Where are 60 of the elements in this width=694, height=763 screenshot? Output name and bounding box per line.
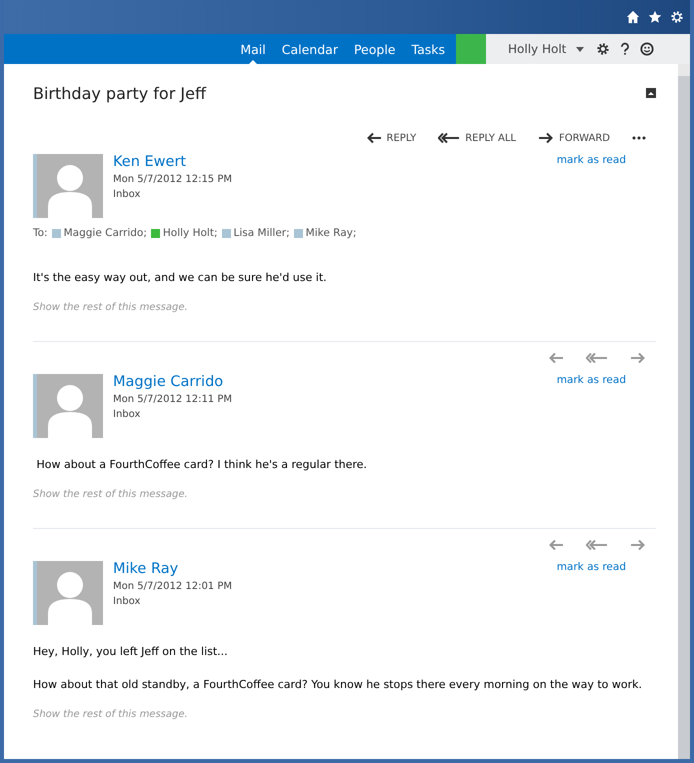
message-folder: Inbox <box>113 189 142 200</box>
mark-as-read-link[interactable]: mark as read <box>556 374 626 438</box>
scrollbar[interactable] <box>678 64 690 759</box>
reply-all-button[interactable]: REPLY ALL <box>438 132 516 144</box>
to-label: To: <box>33 227 48 239</box>
message-folder: Inbox <box>113 409 142 420</box>
double-left-arrow-icon <box>438 132 460 144</box>
conversation-subject: Birthday party for Jeff <box>33 84 206 102</box>
message-text: How about that old standby, a FourthCoffee card? You know he stops there every morning on the way to work. <box>33 678 644 691</box>
reply-button[interactable]: REPLY <box>366 132 416 144</box>
sender-name[interactable]: Ken Ewert <box>113 154 557 170</box>
reply-button[interactable] <box>548 352 564 364</box>
left-arrow-icon <box>548 539 564 551</box>
message-text: It's the easy way out, and we can be sure he'd use it. <box>33 271 328 284</box>
notification-tile[interactable] <box>456 34 486 64</box>
nav-tab[interactable]: Tasks <box>404 34 452 64</box>
nav-tab[interactable]: Calendar <box>274 34 345 64</box>
collapse-icon[interactable] <box>646 88 656 98</box>
caret-icon[interactable] <box>576 46 584 52</box>
reply-all-button[interactable] <box>586 352 608 364</box>
reply-all-button[interactable] <box>586 539 608 551</box>
nav-tab[interactable]: Mail <box>233 34 273 64</box>
left-arrow-icon <box>366 132 382 144</box>
smiley-icon[interactable] <box>640 42 654 56</box>
avatar-icon <box>33 154 103 218</box>
right-arrow-icon <box>630 539 646 551</box>
recipient-name[interactable]: Lisa Miller; <box>234 227 290 239</box>
message-date: Mon 5/7/2012 12:11 PM <box>113 394 234 405</box>
settings-icon[interactable] <box>596 42 610 56</box>
right-arrow-icon <box>538 132 554 144</box>
avatar-icon <box>33 374 103 438</box>
show-rest-link[interactable]: Show the rest of this message. <box>33 709 656 720</box>
message-date: Mon 5/7/2012 12:15 PM <box>113 174 234 185</box>
right-arrow-icon <box>630 352 646 364</box>
sender-name[interactable]: Maggie Carrido <box>113 374 557 390</box>
forward-button[interactable] <box>630 352 646 364</box>
sender-name[interactable]: Mike Ray <box>113 561 557 577</box>
show-rest-link[interactable]: Show the rest of this message. <box>33 302 656 313</box>
double-left-arrow-icon <box>586 352 608 364</box>
message-text: Hey, Holly, you left Jeff on the list... <box>33 645 229 658</box>
left-arrow-icon <box>548 352 564 364</box>
show-rest-link[interactable]: Show the rest of this message. <box>33 489 656 500</box>
message-text: How about a FourthCoffee card? I think he's a regular there. <box>35 458 368 471</box>
star-icon[interactable] <box>648 10 662 24</box>
recipient-name[interactable]: Holly Holt; <box>162 227 218 239</box>
mark-as-read-link[interactable]: mark as read <box>556 154 626 218</box>
user-menu[interactable]: Holly Holt <box>508 42 566 56</box>
message-date: Mon 5/7/2012 12:01 PM <box>113 581 234 592</box>
recipient-name[interactable]: Mike Ray; <box>306 227 356 239</box>
recipient-name[interactable]: Maggie Carrido; <box>64 227 147 239</box>
double-left-arrow-icon <box>586 539 608 551</box>
mark-as-read-link[interactable]: mark as read <box>556 561 626 625</box>
forward-button[interactable] <box>630 539 646 551</box>
nav-tab[interactable]: People <box>346 34 402 64</box>
home-icon[interactable] <box>626 10 640 24</box>
message-folder: Inbox <box>113 596 142 607</box>
avatar-icon <box>33 561 103 625</box>
forward-button[interactable]: FORWARD <box>538 132 610 144</box>
more-icon[interactable] <box>632 136 646 140</box>
reply-button[interactable] <box>548 539 564 551</box>
